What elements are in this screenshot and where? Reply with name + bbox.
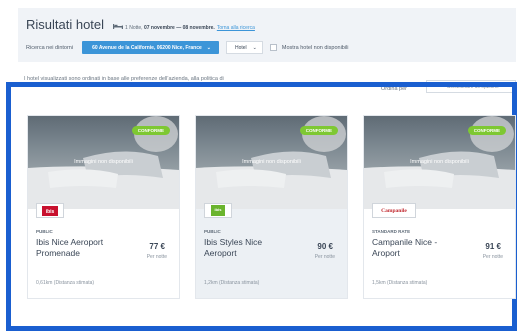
- svg-text:ibis: ibis: [46, 209, 55, 215]
- hotel-price: 90 €: [317, 242, 333, 251]
- hotel-name: Campanile Nice - Aroport: [372, 237, 438, 258]
- ibis-logo-icon: ibis: [42, 205, 58, 216]
- brand-logo: ibis: [36, 203, 64, 218]
- rate-type: PUBLIC: [204, 229, 221, 234]
- svg-text:ibis: ibis: [215, 207, 223, 212]
- rate-type: STANDARD RATE: [372, 229, 411, 234]
- campanile-logo-text: Campanile: [381, 207, 407, 214]
- stay-dates: 07 novembre — 08 novembre.: [143, 25, 215, 31]
- hotel-distance: 1,2km (Distanza stimata): [204, 280, 260, 286]
- brand-logo: Campanile: [372, 203, 416, 218]
- hotel-card[interactable]: CONFORME Immagini non disponibili Campan…: [363, 115, 516, 299]
- price-unit: Per notte: [146, 254, 167, 260]
- accommodation-type-value: Hotel: [234, 44, 247, 51]
- address-value: 60 Avenue de la Californie, 06200 Nice, …: [92, 44, 202, 51]
- hotel-distance: 1,5km (Distanza stimata): [372, 280, 428, 286]
- hotel-card[interactable]: CONFORME Immagini non disponibili ibis P…: [195, 115, 348, 299]
- price-unit: Per notte: [314, 254, 335, 260]
- hotel-image-placeholder: CONFORME Immagini non disponibili: [28, 116, 179, 209]
- compliance-badge: CONFORME: [299, 126, 338, 135]
- hotel-image-placeholder: CONFORME Immagini non disponibili: [364, 116, 515, 209]
- image-unavailable-text: Immagini non disponibili: [410, 159, 469, 165]
- search-header-panel: Risultati hotel 1 Notte, 07 novembre — 0…: [18, 8, 516, 62]
- back-to-search-link[interactable]: Torna alla ricerca: [217, 25, 255, 31]
- stay-summary: 1 Notte, 07 novembre — 08 novembre.: [125, 25, 215, 31]
- search-nearby-label: Ricerca nei dintorni: [26, 44, 74, 51]
- hotel-image-placeholder: CONFORME Immagini non disponibili: [196, 116, 347, 209]
- hotel-card[interactable]: CONFORME Immagini non disponibili ibis P…: [27, 115, 180, 299]
- brand-logo: ibis: [204, 203, 232, 218]
- image-unavailable-text: Immagini non disponibili: [242, 159, 301, 165]
- rate-type: PUBLIC: [36, 229, 53, 234]
- hotel-distance: 0,61km (Distanza stimata): [36, 280, 95, 286]
- page-title: Risultati hotel: [26, 17, 105, 32]
- show-unavailable-checkbox[interactable]: [269, 44, 277, 51]
- accommodation-type-select[interactable]: Hotel ⌄: [225, 41, 263, 54]
- chevron-down-icon: ⌄: [252, 44, 257, 51]
- results-title-row: Risultati hotel 1 Notte, 07 novembre — 0…: [26, 16, 255, 32]
- price-unit: Per notte: [482, 254, 503, 260]
- search-controls: Ricerca nei dintorni 60 Avenue de la Cal…: [26, 41, 349, 54]
- nights-count: 1 Notte,: [125, 25, 143, 31]
- ibis-styles-logo-icon: ibis: [211, 205, 225, 216]
- address-dropdown[interactable]: 60 Avenue de la Californie, 06200 Nice, …: [82, 41, 219, 54]
- hotel-name: Ibis Nice Aeroport Promenade: [36, 237, 104, 258]
- bed-icon: [113, 16, 124, 29]
- hotel-price: 91 €: [485, 242, 501, 251]
- show-unavailable-label: Mostra hotel non disponibili: [281, 44, 349, 51]
- hotel-price: 77 €: [149, 242, 165, 251]
- image-unavailable-text: Immagini non disponibili: [74, 159, 133, 165]
- compliance-badge: CONFORME: [467, 126, 506, 135]
- compliance-badge: CONFORME: [131, 126, 170, 135]
- chevron-down-icon: ⌄: [206, 44, 211, 51]
- hotel-name: Ibis Styles Nice Aeroport: [204, 237, 263, 258]
